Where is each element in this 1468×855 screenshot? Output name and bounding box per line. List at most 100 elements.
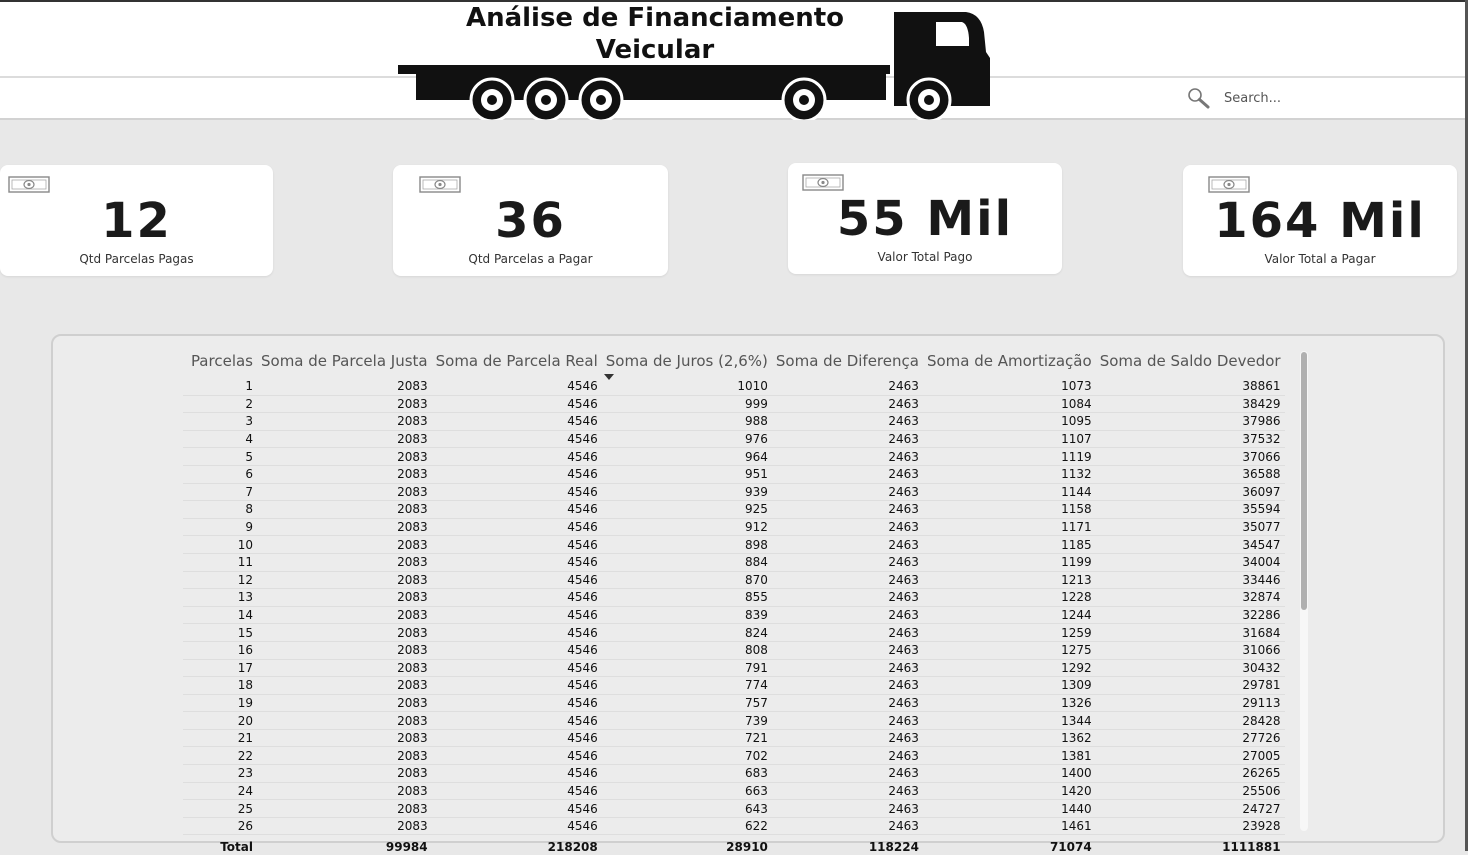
table-cell: 898 (601, 535, 772, 554)
table-cell: 824 (601, 623, 772, 642)
table-row[interactable]: 5 2083 4546 964 2463 1119 37066 (183, 447, 1285, 466)
table-row[interactable]: 15 2083 4546 824 2463 1259 31684 (183, 623, 1285, 642)
table-cell: 1010 (601, 378, 772, 396)
table-cell: 2463 (771, 623, 923, 642)
table-row[interactable]: 8 2083 4546 925 2463 1158 35594 (183, 500, 1285, 519)
table-cell: 12 (183, 571, 257, 590)
table-row[interactable]: 7 2083 4546 939 2463 1144 36097 (183, 483, 1285, 502)
table-cell: 774 (601, 676, 772, 695)
table-cell: 4546 (431, 764, 602, 783)
table-cell: 4546 (431, 817, 602, 836)
financing-table-card: Parcelas Soma de Parcela Justa Soma de P… (51, 334, 1445, 854)
table-cell: 2083 (257, 588, 432, 607)
money-bill-icon (419, 176, 461, 193)
table-cell: 870 (601, 571, 772, 590)
table-cell: 2083 (257, 465, 432, 484)
table-cell: 2083 (257, 746, 432, 766)
column-header-diferenca[interactable]: Soma de Diferença (772, 348, 923, 378)
kpi-value: 12 (101, 193, 172, 249)
table-cell: 2083 (257, 430, 432, 449)
table-cell: 38429 (1095, 395, 1285, 414)
table-row[interactable]: 26 2083 4546 622 2463 1461 23928 (183, 817, 1285, 836)
table-row[interactable]: 25 2083 4546 643 2463 1440 24727 (183, 799, 1285, 818)
table-cell: 988 (601, 412, 772, 431)
column-header-saldo-devedor[interactable]: Soma de Saldo Devedor (1096, 348, 1285, 378)
table-row[interactable]: 2 2083 4546 999 2463 1084 38429 (183, 395, 1285, 414)
table-cell: 17 (183, 659, 257, 678)
table-cell: 4546 (431, 412, 602, 431)
column-header-juros[interactable]: Soma de Juros (2,6%) (602, 348, 772, 380)
table-cell: 2083 (257, 535, 432, 554)
table-cell: 2463 (771, 676, 923, 695)
table-row[interactable]: 13 2083 4546 855 2463 1228 32874 (183, 588, 1285, 607)
table-row[interactable]: 20 2083 4546 739 2463 1344 28428 (183, 711, 1285, 730)
table-cell: 34004 (1095, 553, 1285, 572)
table-cell: 2463 (771, 571, 923, 590)
table-row[interactable]: 22 2083 4546 702 2463 1381 27005 (183, 746, 1285, 766)
table-row[interactable]: 24 2083 4546 663 2463 1420 25506 (183, 782, 1285, 801)
table-cell: 683 (601, 764, 772, 783)
table-cell: 2463 (771, 782, 923, 801)
title-line-2: Veicular (595, 35, 715, 65)
table-cell: 663 (601, 782, 772, 801)
search-box[interactable] (1186, 86, 1336, 110)
column-header-parcela-real[interactable]: Soma de Parcela Real (432, 348, 602, 378)
table-cell: 2083 (257, 447, 432, 466)
table-cell: 1119 (922, 447, 1096, 466)
table-cell: 2463 (771, 694, 923, 713)
table-cell: 38861 (1095, 378, 1285, 396)
table-cell: 16 (183, 641, 257, 660)
table-row[interactable]: 3 2083 4546 988 2463 1095 37986 (183, 412, 1285, 431)
table-cell: 702 (601, 746, 772, 766)
table-row[interactable]: 12 2083 4546 870 2463 1213 33446 (183, 571, 1285, 590)
table-cell: 912 (601, 518, 772, 537)
search-input[interactable] (1222, 89, 1326, 107)
table-cell: 24727 (1095, 799, 1285, 818)
table-row[interactable]: 23 2083 4546 683 2463 1400 26265 (183, 764, 1285, 783)
table-cell: 8 (183, 500, 257, 519)
column-header-amortizacao[interactable]: Soma de Amortização (923, 348, 1096, 378)
table-cell: 855 (601, 588, 772, 607)
table-cell: 976 (601, 430, 772, 449)
table-cell: 2463 (771, 535, 923, 554)
table-cell: 1228 (922, 588, 1096, 607)
table-cell: 33446 (1095, 571, 1285, 590)
table-cell: 4546 (431, 588, 602, 607)
sort-descending-icon[interactable] (603, 374, 614, 380)
table-cell: 1171 (922, 518, 1096, 537)
table-row[interactable]: 6 2083 4546 951 2463 1132 36588 (183, 465, 1285, 484)
table-scrollbar-thumb[interactable] (1301, 352, 1307, 610)
table-row[interactable]: 14 2083 4546 839 2463 1244 32286 (183, 606, 1285, 625)
table-row[interactable]: 19 2083 4546 757 2463 1326 29113 (183, 694, 1285, 713)
table-cell: 10 (183, 535, 257, 554)
table-cell: 1362 (922, 729, 1096, 748)
table-cell: 2083 (257, 711, 432, 730)
table-cell: 4546 (431, 711, 602, 730)
table-cell: 14 (183, 606, 257, 625)
kpi-card-parcelas-a-pagar: 36 Qtd Parcelas a Pagar (393, 165, 668, 276)
column-header-parcelas[interactable]: Parcelas (183, 348, 257, 378)
table-cell: 2463 (771, 746, 923, 766)
table-cell: 25506 (1095, 782, 1285, 801)
column-header-parcela-justa[interactable]: Soma de Parcela Justa (257, 348, 432, 378)
table-row[interactable]: 4 2083 4546 976 2463 1107 37532 (183, 430, 1285, 449)
table-cell: 622 (601, 817, 772, 836)
table-row[interactable]: 10 2083 4546 898 2463 1185 34547 (183, 535, 1285, 554)
table-row[interactable]: 11 2083 4546 884 2463 1199 34004 (183, 553, 1285, 572)
table-cell: 6 (183, 465, 257, 484)
table-cell: 839 (601, 606, 772, 625)
table-cell: 28428 (1095, 711, 1285, 730)
table-row[interactable]: 21 2083 4546 721 2463 1362 27726 (183, 729, 1285, 748)
table-row[interactable]: 1 2083 4546 1010 2463 1073 38861 (183, 378, 1285, 396)
table-cell: 2083 (257, 606, 432, 625)
table-cell: 2083 (257, 641, 432, 660)
table-cell: 964 (601, 447, 772, 466)
table-row[interactable]: 9 2083 4546 912 2463 1171 35077 (183, 518, 1285, 537)
table-cell: 884 (601, 553, 772, 572)
column-header-juros-label: Soma de Juros (2,6%) (605, 352, 768, 370)
page-title: Análise de Financiamento Veicular (395, 2, 915, 66)
table-row[interactable]: 16 2083 4546 808 2463 1275 31066 (183, 641, 1285, 660)
table-cell: 1381 (922, 746, 1096, 766)
table-row[interactable]: 18 2083 4546 774 2463 1309 29781 (183, 676, 1285, 695)
table-row[interactable]: 17 2083 4546 791 2463 1292 30432 (183, 659, 1285, 678)
